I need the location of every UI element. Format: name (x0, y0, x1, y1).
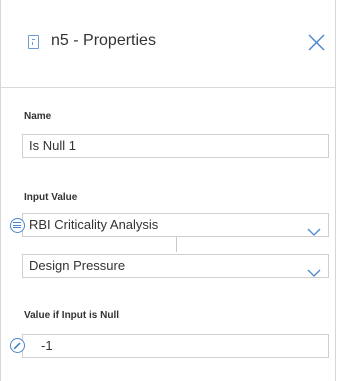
field-select-value: Design Pressure (29, 258, 126, 273)
chevron-down-icon[interactable] (307, 262, 321, 277)
value-if-null-label: Value if Input is Null (24, 310, 120, 321)
pencil-icon[interactable] (10, 338, 25, 353)
chevron-down-icon[interactable] (307, 221, 321, 236)
name-input[interactable]: Is Null 1 (22, 134, 329, 158)
field-select[interactable]: Design Pressure (22, 254, 329, 278)
database-icon (10, 218, 25, 233)
input-value-label: Input Value (24, 192, 78, 203)
name-label: Name (24, 111, 52, 122)
properties-panel: n5 - Properties Name Is Null 1 Input Val… (0, 0, 336, 381)
source-select-value: RBI Criticality Analysis (29, 217, 159, 232)
close-icon[interactable] (307, 33, 326, 52)
connector-line (176, 237, 177, 252)
panel-header: n5 - Properties (1, 0, 335, 88)
panel-title: n5 - Properties (51, 32, 156, 49)
source-select[interactable]: RBI Criticality Analysis (22, 213, 329, 237)
document-icon (28, 35, 39, 49)
value-if-null-input[interactable]: -1 (22, 334, 329, 358)
connector-line (176, 251, 177, 252)
